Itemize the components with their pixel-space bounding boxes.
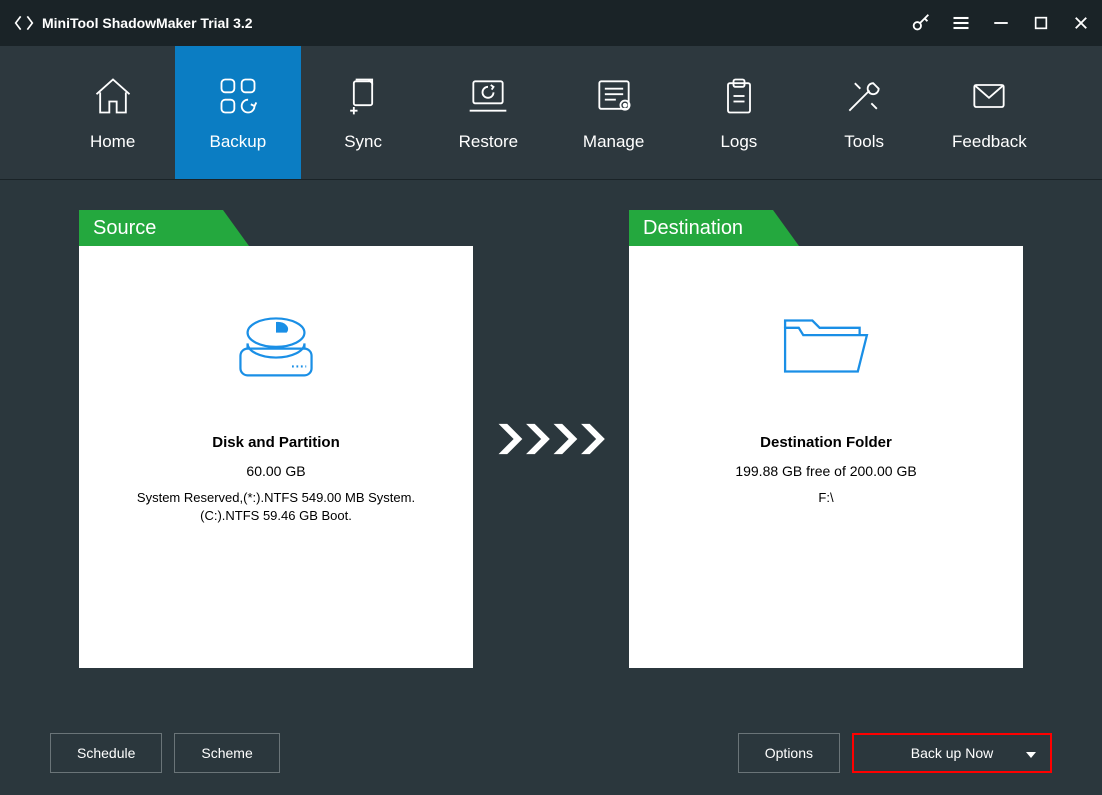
- arrows-icon: [491, 419, 611, 459]
- disk-icon: [231, 306, 321, 386]
- title-bar: MiniTool ShadowMaker Trial 3.2: [0, 0, 1102, 46]
- nav-sync[interactable]: Sync: [301, 46, 426, 179]
- scheme-button[interactable]: Scheme: [174, 733, 279, 773]
- nav-tools[interactable]: Tools: [802, 46, 927, 179]
- close-button[interactable]: [1070, 12, 1092, 34]
- minimize-button[interactable]: [990, 12, 1012, 34]
- destination-title: Destination Folder: [760, 434, 892, 451]
- nav-backup[interactable]: Backup: [175, 46, 300, 179]
- backup-now-button[interactable]: Back up Now: [852, 733, 1052, 773]
- nav-label: Backup: [210, 132, 267, 152]
- nav-restore[interactable]: Restore: [426, 46, 551, 179]
- maximize-button[interactable]: [1030, 12, 1052, 34]
- source-line2: (C:).NTFS 59.46 GB Boot.: [137, 507, 415, 525]
- folder-icon: [776, 306, 876, 386]
- options-button[interactable]: Options: [738, 733, 840, 773]
- nav-label: Sync: [344, 132, 382, 152]
- backup-now-label: Back up Now: [911, 745, 993, 761]
- destination-path: F:\: [808, 489, 843, 507]
- tools-icon: [842, 74, 886, 118]
- destination-free: 199.88 GB free of 200.00 GB: [735, 463, 916, 479]
- nav-label: Restore: [459, 132, 519, 152]
- nav-label: Home: [90, 132, 135, 152]
- home-icon: [91, 74, 135, 118]
- caret-down-icon: [1026, 745, 1036, 761]
- nav-manage[interactable]: Manage: [551, 46, 676, 179]
- key-icon[interactable]: [910, 12, 932, 34]
- nav-home[interactable]: Home: [50, 46, 175, 179]
- nav-label: Feedback: [952, 132, 1027, 152]
- app-logo-icon: [14, 13, 34, 33]
- nav-label: Tools: [844, 132, 884, 152]
- window-title: MiniTool ShadowMaker Trial 3.2: [42, 15, 253, 31]
- nav-feedback[interactable]: Feedback: [927, 46, 1052, 179]
- nav-logs[interactable]: Logs: [676, 46, 801, 179]
- source-card[interactable]: Source Disk and Partition 60.00 GB Syste…: [79, 210, 473, 668]
- logs-icon: [717, 74, 761, 118]
- nav-label: Logs: [720, 132, 757, 152]
- destination-card[interactable]: Destination Destination Folder 199.88 GB…: [629, 210, 1023, 668]
- menu-icon[interactable]: [950, 12, 972, 34]
- source-detail: System Reserved,(*:).NTFS 549.00 MB Syst…: [127, 489, 425, 524]
- bottom-bar: Schedule Scheme Options Back up Now: [50, 733, 1052, 773]
- feedback-icon: [967, 74, 1011, 118]
- sync-icon: [341, 74, 385, 118]
- schedule-button[interactable]: Schedule: [50, 733, 162, 773]
- source-size: 60.00 GB: [246, 463, 305, 479]
- source-line1: System Reserved,(*:).NTFS 549.00 MB Syst…: [137, 489, 415, 507]
- backup-icon: [216, 74, 260, 118]
- main-content: Source Disk and Partition 60.00 GB Syste…: [0, 180, 1102, 668]
- manage-icon: [592, 74, 636, 118]
- source-title: Disk and Partition: [212, 434, 340, 451]
- restore-icon: [466, 74, 510, 118]
- nav-bar: Home Backup Sync Restore Manage Logs T: [0, 46, 1102, 180]
- nav-label: Manage: [583, 132, 644, 152]
